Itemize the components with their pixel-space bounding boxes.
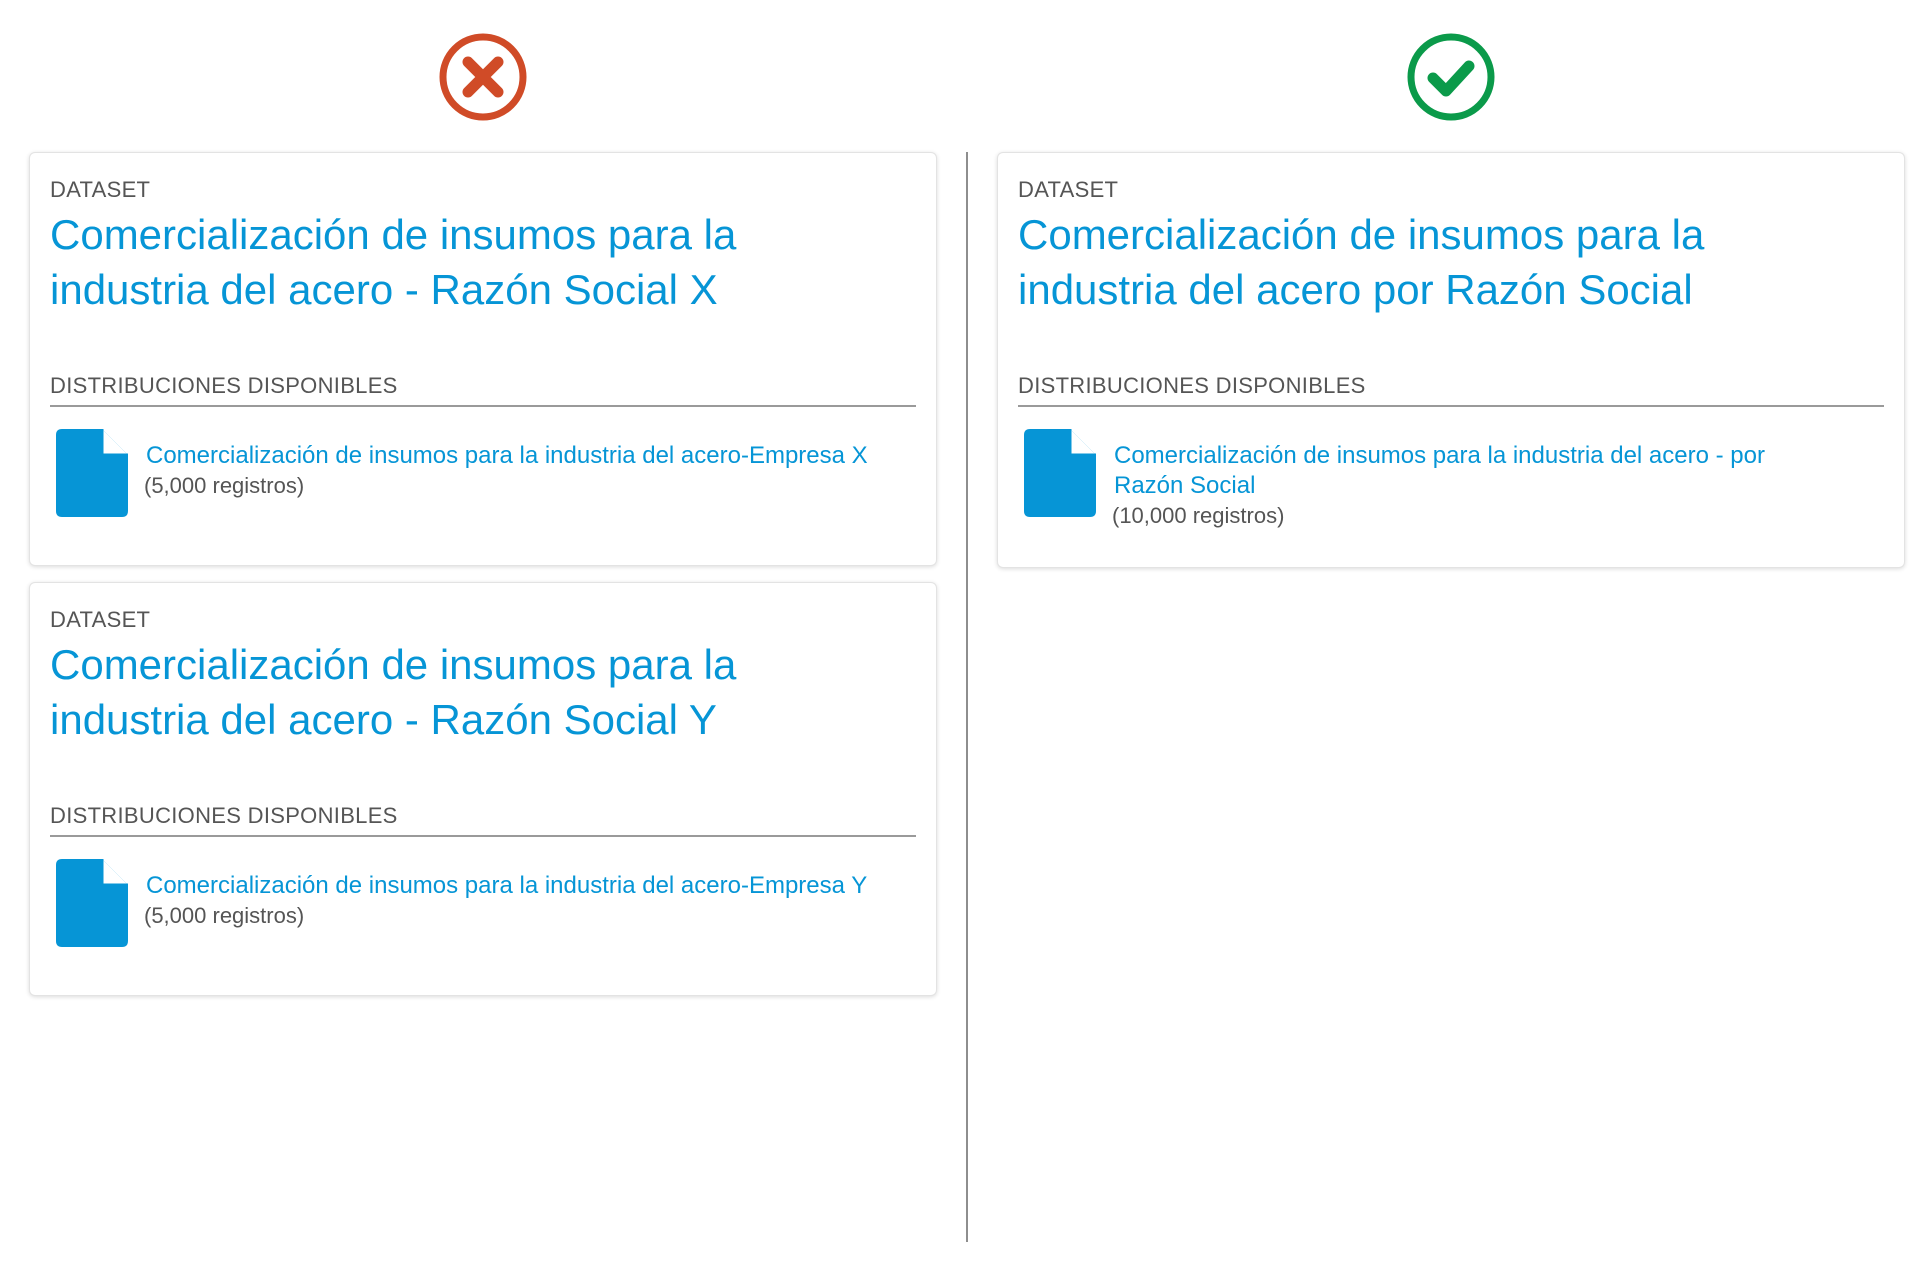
distributions-heading: DISTRIBUCIONES DISPONIBLES <box>1018 373 1884 407</box>
file-icon[interactable] <box>56 429 128 517</box>
records-count: (5,000 registros) <box>144 903 305 928</box>
dataset-title-link[interactable]: Comercialización de insumos para la indu… <box>50 637 870 747</box>
records-count: (10,000 registros) <box>1112 503 1285 528</box>
distribution-item: Comercialización de insumos para la indu… <box>50 859 916 947</box>
dataset-title-link[interactable]: Comercialización de insumos para la indu… <box>50 207 870 317</box>
check-circle-icon <box>1406 32 1496 122</box>
file-icon[interactable] <box>56 859 128 947</box>
dataset-title-link[interactable]: Comercialización de insumos para la indu… <box>1018 207 1838 317</box>
distribution-link[interactable]: Comercialización de insumos para la indu… <box>146 871 867 901</box>
distribution-item: Comercialización de insumos para la indu… <box>50 429 916 517</box>
file-icon[interactable] <box>1024 429 1096 517</box>
distribution-link[interactable]: Comercialización de insumos para la indu… <box>146 441 868 471</box>
distributions-heading: DISTRIBUCIONES DISPONIBLES <box>50 803 916 837</box>
distribution-text: Comercialización de insumos para la indu… <box>144 859 867 931</box>
distribution-link[interactable]: Comercialización de insumos para la indu… <box>1114 441 1834 501</box>
distribution-text: Comercialización de insumos para la indu… <box>144 429 868 501</box>
dataset-card: DATASET Comercialización de insumos para… <box>997 152 1905 568</box>
dataset-label: DATASET <box>50 177 151 202</box>
dataset-card: DATASET Comercialización de insumos para… <box>29 582 937 996</box>
distributions-heading: DISTRIBUCIONES DISPONIBLES <box>50 373 916 407</box>
cross-circle-icon <box>438 32 528 122</box>
dataset-label: DATASET <box>50 607 151 632</box>
records-count: (5,000 registros) <box>144 473 305 498</box>
distribution-item: Comercialización de insumos para la indu… <box>1018 429 1884 531</box>
column-divider <box>966 152 968 1242</box>
dataset-card: DATASET Comercialización de insumos para… <box>29 152 937 566</box>
distribution-text: Comercialización de insumos para la indu… <box>1112 429 1834 531</box>
dataset-label: DATASET <box>1018 177 1119 202</box>
